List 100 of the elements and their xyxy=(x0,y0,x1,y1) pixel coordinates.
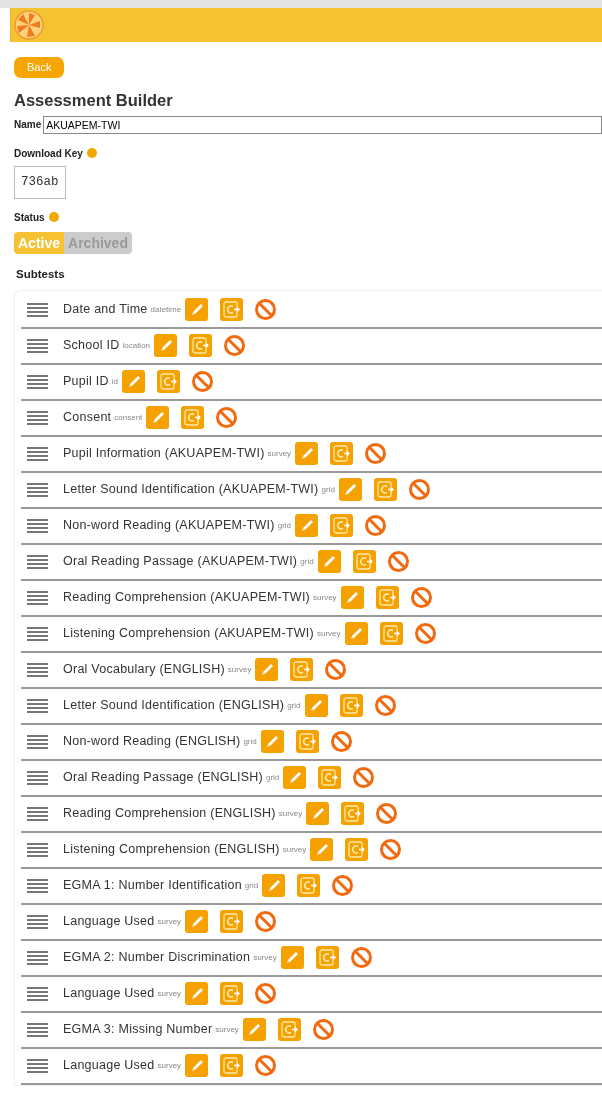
edit-button[interactable] xyxy=(344,622,368,646)
drag-handle-icon[interactable] xyxy=(27,302,48,317)
subtest-name: Listening Comprehension (AKUAPEM-TWI) xyxy=(63,625,314,643)
back-button[interactable]: Back xyxy=(14,57,65,79)
status-toggle[interactable]: Active xyxy=(14,231,65,255)
drag-handle-icon[interactable] xyxy=(27,698,48,713)
delete-icon[interactable] xyxy=(407,478,431,502)
delete-icon[interactable] xyxy=(215,406,239,430)
drag-handle-icon[interactable] xyxy=(27,482,48,497)
section-heading: Subtests xyxy=(16,267,66,283)
edit-button[interactable] xyxy=(304,694,328,718)
copy-button[interactable] xyxy=(189,334,213,358)
copy-button[interactable] xyxy=(220,982,244,1006)
drag-handle-icon[interactable] xyxy=(27,806,48,821)
delete-icon[interactable] xyxy=(413,622,437,646)
drag-handle-icon[interactable] xyxy=(27,374,48,389)
copy-button[interactable] xyxy=(290,658,314,682)
edit-button[interactable] xyxy=(260,730,284,754)
delete-icon[interactable] xyxy=(329,730,353,754)
subtest-type: survey xyxy=(267,447,292,460)
delete-icon[interactable] xyxy=(379,838,403,862)
drag-handle-icon[interactable] xyxy=(27,1058,48,1073)
delete-icon[interactable] xyxy=(386,550,410,574)
drag-handle-icon[interactable] xyxy=(27,518,48,533)
drag-handle-icon[interactable] xyxy=(27,446,48,461)
drag-handle-icon[interactable] xyxy=(27,626,48,641)
copy-button[interactable] xyxy=(330,442,354,466)
copy-button[interactable] xyxy=(315,946,339,970)
drag-handle-icon[interactable] xyxy=(27,986,48,1001)
copy-button[interactable] xyxy=(373,478,397,502)
edit-button[interactable] xyxy=(242,1018,266,1042)
edit-button[interactable] xyxy=(185,982,209,1006)
drag-handle-icon[interactable] xyxy=(27,950,48,965)
drag-handle-icon[interactable] xyxy=(27,878,48,893)
copy-button[interactable] xyxy=(341,802,365,826)
edit-button[interactable] xyxy=(295,514,319,538)
drag-handle-icon[interactable] xyxy=(27,410,48,425)
edit-button[interactable] xyxy=(146,406,170,430)
delete-icon[interactable] xyxy=(254,910,278,934)
edit-button[interactable] xyxy=(185,910,209,934)
copy-button[interactable] xyxy=(220,298,244,322)
drag-handle-icon[interactable] xyxy=(27,842,48,857)
copy-button[interactable] xyxy=(352,550,376,574)
edit-button[interactable] xyxy=(283,766,307,790)
delete-icon[interactable] xyxy=(191,370,214,394)
delete-icon[interactable] xyxy=(375,802,399,826)
drag-handle-icon[interactable] xyxy=(27,590,48,605)
edit-button[interactable] xyxy=(317,550,341,574)
subtest-name: Listening Comprehension (ENGLISH) xyxy=(63,841,280,859)
copy-button[interactable] xyxy=(375,586,399,610)
edit-button[interactable] xyxy=(338,478,362,502)
edit-button[interactable] xyxy=(185,1054,209,1078)
delete-icon[interactable] xyxy=(349,946,373,970)
copy-button[interactable] xyxy=(220,1054,244,1078)
delete-icon[interactable] xyxy=(254,982,278,1006)
help-icon[interactable] xyxy=(87,147,98,158)
delete-icon[interactable] xyxy=(373,694,397,718)
subtest-type: grid xyxy=(265,771,280,784)
delete-icon[interactable] xyxy=(364,514,388,538)
edit-button[interactable] xyxy=(295,442,319,466)
drag-handle-icon[interactable] xyxy=(27,1022,48,1037)
copy-button[interactable] xyxy=(157,370,180,394)
drag-handle-icon[interactable] xyxy=(27,770,48,785)
help-icon[interactable] xyxy=(49,211,59,222)
delete-icon[interactable] xyxy=(364,442,388,466)
copy-button[interactable] xyxy=(181,406,205,430)
copy-button[interactable] xyxy=(345,838,369,862)
drag-handle-icon[interactable] xyxy=(27,662,48,677)
copy-button[interactable] xyxy=(330,514,354,538)
copy-button[interactable] xyxy=(379,622,403,646)
edit-button[interactable] xyxy=(306,802,330,826)
edit-button[interactable] xyxy=(310,838,334,862)
delete-icon[interactable] xyxy=(331,874,355,898)
copy-button[interactable] xyxy=(277,1018,301,1042)
copy-button[interactable] xyxy=(295,730,319,754)
name-field[interactable]: AKUAPEM-TWI xyxy=(43,115,602,134)
delete-icon[interactable] xyxy=(254,1054,278,1078)
edit-button[interactable] xyxy=(122,370,145,394)
delete-icon[interactable] xyxy=(324,658,348,682)
copy-button[interactable] xyxy=(318,766,342,790)
drag-handle-icon[interactable] xyxy=(27,338,48,353)
copy-button[interactable] xyxy=(297,874,321,898)
edit-button[interactable] xyxy=(154,334,178,358)
copy-button[interactable] xyxy=(220,910,244,934)
drag-handle-icon[interactable] xyxy=(27,914,48,929)
drag-handle-icon[interactable] xyxy=(27,554,48,569)
drag-handle-icon[interactable] xyxy=(27,734,48,749)
delete-icon[interactable] xyxy=(223,334,247,358)
delete-icon[interactable] xyxy=(352,766,376,790)
copy-icon xyxy=(183,408,203,428)
copy-button[interactable] xyxy=(339,694,363,718)
delete-icon[interactable] xyxy=(254,298,278,322)
delete-icon[interactable] xyxy=(311,1018,335,1042)
delete-icon[interactable] xyxy=(409,586,433,610)
edit-button[interactable] xyxy=(280,946,304,970)
edit-button[interactable] xyxy=(255,658,279,682)
subtest-name: Date and Time xyxy=(63,301,148,319)
edit-button[interactable] xyxy=(262,874,286,898)
edit-button[interactable] xyxy=(185,298,209,322)
edit-button[interactable] xyxy=(340,586,364,610)
